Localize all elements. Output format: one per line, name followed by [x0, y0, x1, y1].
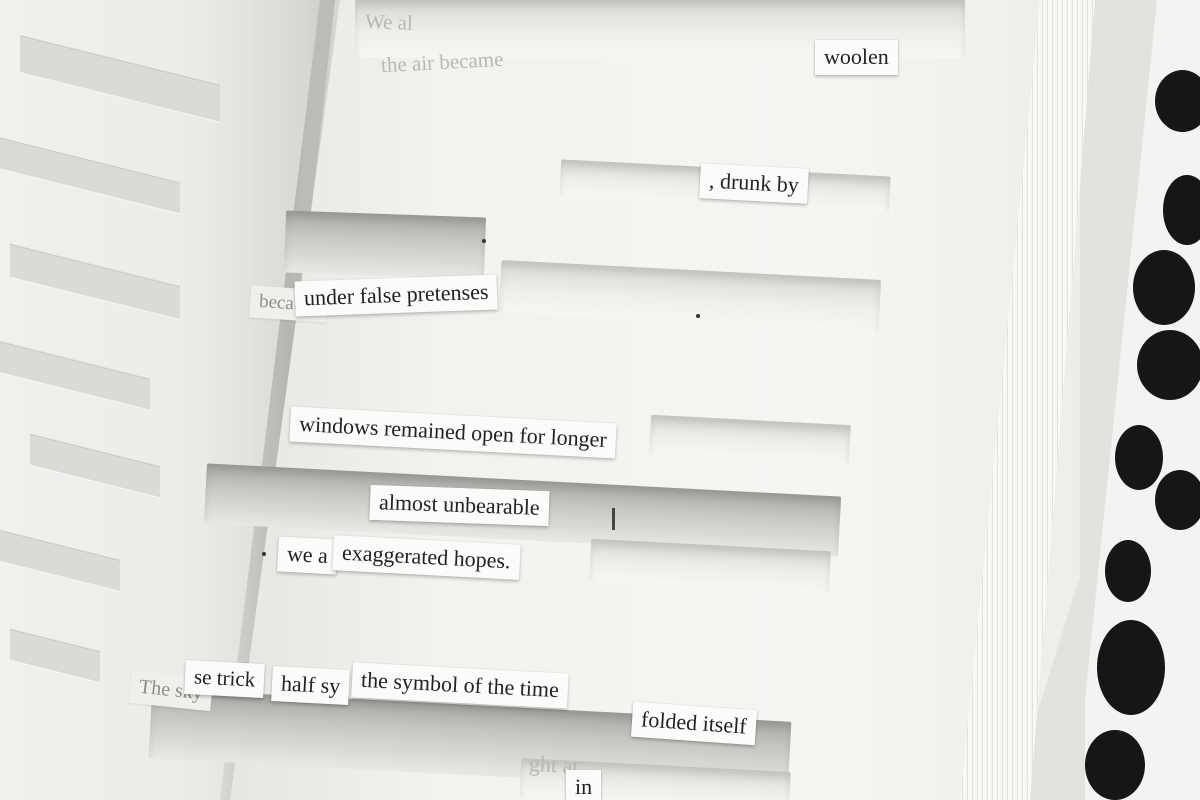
text-strip-half-sy: half sy: [271, 666, 351, 705]
ink-spot: [1115, 425, 1163, 490]
ink-spot: [1137, 330, 1200, 400]
left-page-slit: [10, 628, 100, 684]
page-cutout: [283, 210, 487, 280]
left-page-slit: [30, 433, 160, 499]
period-mark: [262, 552, 266, 556]
ink-spot: [1155, 70, 1200, 132]
left-page-slit: [0, 530, 120, 592]
text-strip-under-false-pretenses: under false pretenses: [294, 274, 499, 317]
text-strip-in: in: [566, 770, 602, 800]
ink-spot: [1163, 175, 1200, 245]
ink-spot-pattern-icon: [1085, 0, 1200, 800]
left-page-slit: [10, 243, 180, 321]
letter-fragment-mark: [612, 508, 615, 530]
faint-text-fragment: We al: [364, 9, 414, 35]
ink-spot: [1155, 470, 1200, 530]
text-strip-almost-unbearable: almost unbearable: [369, 484, 550, 527]
text-strip-woolen: woolen: [815, 40, 898, 75]
ink-spot: [1133, 250, 1195, 325]
period-mark: [482, 239, 486, 243]
text-strip-se-trick: se trick: [184, 659, 266, 699]
text-strip-we-a: we a: [277, 536, 338, 575]
text-strip-drunk-by: , drunk by: [699, 163, 809, 204]
period-mark: [696, 314, 700, 318]
ink-spot: [1097, 620, 1165, 715]
left-page-slit: [0, 341, 150, 411]
ink-spot: [1085, 730, 1145, 800]
left-page-slit: [0, 137, 180, 215]
left-page-slit: [20, 35, 220, 123]
book-photo-scene: We al the air became ght at woolen , dru…: [0, 0, 1200, 800]
ink-spot: [1105, 540, 1151, 602]
